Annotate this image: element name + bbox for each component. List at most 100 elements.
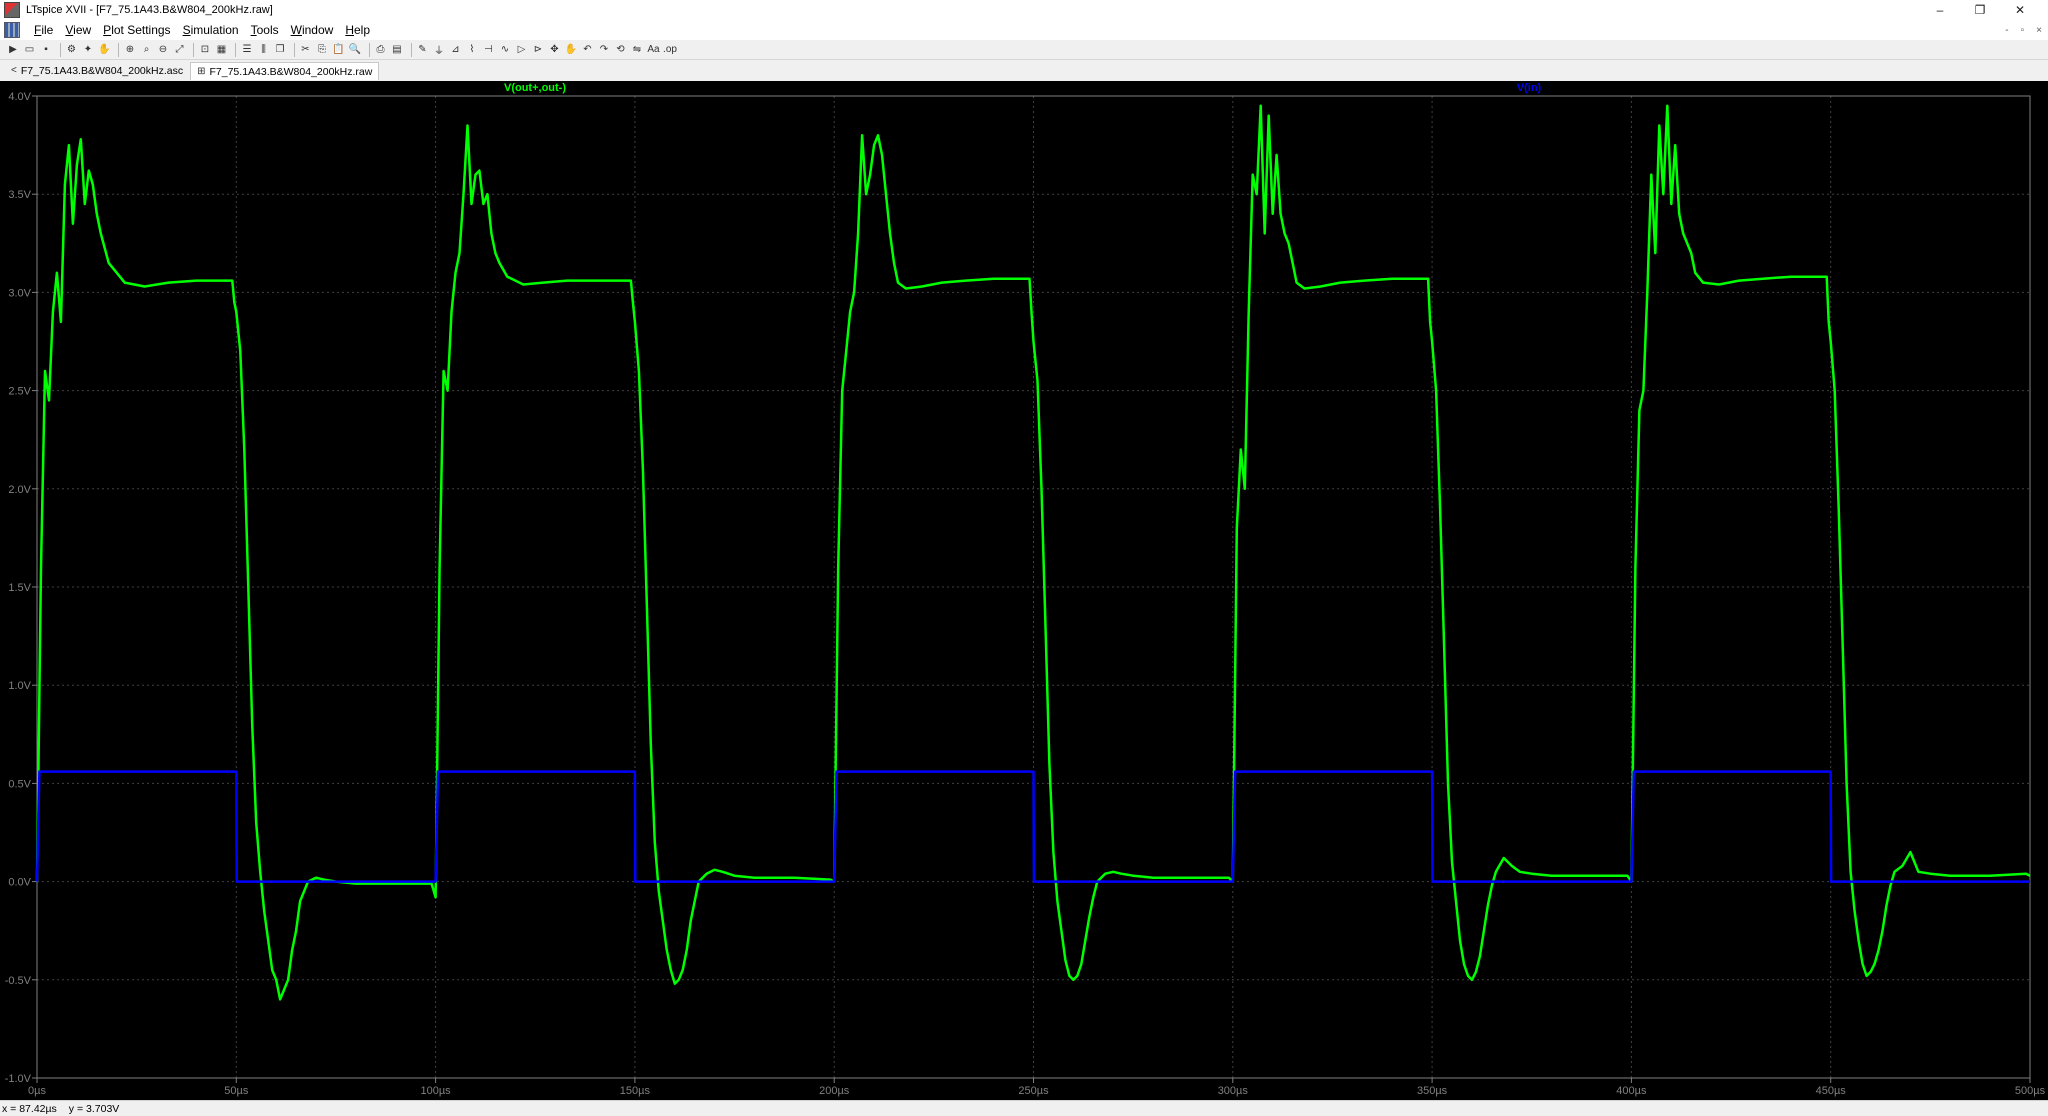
y-tick-label: 4.0V: [8, 91, 31, 103]
undo-icon[interactable]: ↶: [581, 43, 595, 57]
capacitor-icon[interactable]: ⊣: [482, 43, 496, 57]
tab-schematic[interactable]: < F7_75.1A43.B&W804_200kHz.asc: [4, 61, 190, 80]
y-tick-label: 2.0V: [8, 484, 31, 496]
title-bar: LTspice XVII - [F7_75.1A43.B&W804_200kHz…: [0, 0, 2048, 21]
spice-directive-icon[interactable]: .op: [663, 43, 677, 57]
rotate-icon[interactable]: ⟲: [614, 43, 628, 57]
toolbar: ▶ ▭ ▪ ⚙ ✦ ✋ ⊕ ⌕ ⊖ ⤢ ⊡ ▦ ☰ ⫼ ❐ ✂ ⎘ 📋 🔍 ⎙ ▤ ✎ ⏚ ⊿ ⌇ ⊣ ∿ ▷ ⊳ ✥ ✋ ↶ ↷ ⟲ ⇋ Aa .op: [0, 40, 2048, 60]
y-tick-label: 0.5V: [8, 778, 31, 790]
x-tick-label: 150µs: [620, 1085, 651, 1097]
toolbar-separator: [59, 42, 61, 57]
inductor-icon[interactable]: ∿: [498, 43, 512, 57]
tile-vertical-icon[interactable]: ⫼: [257, 43, 271, 57]
print-icon[interactable]: ⎙: [374, 43, 388, 57]
trace-vin: [35, 770, 2030, 883]
menu-window[interactable]: Window: [285, 23, 340, 37]
window-controls: – ❐ ✕: [1920, 0, 2040, 20]
y-tick-label: 1.0V: [8, 680, 31, 692]
redo-icon[interactable]: ↷: [597, 43, 611, 57]
resistor-icon[interactable]: ⌇: [465, 43, 479, 57]
open-icon[interactable]: ▭: [23, 43, 37, 57]
restore-button[interactable]: ❐: [1960, 0, 2000, 20]
find-icon[interactable]: 🔍: [348, 43, 362, 57]
document-window-controls: - ▫ ×: [2005, 20, 2042, 40]
zoom-out-icon[interactable]: ⊖: [156, 43, 170, 57]
menu-help[interactable]: Help: [339, 23, 376, 37]
status-bar: x = 87.42µs y = 3.703V: [0, 1100, 2048, 1116]
close-button[interactable]: ✕: [2000, 0, 2040, 20]
ground-icon[interactable]: ⏚: [432, 43, 446, 57]
menu-tools[interactable]: Tools: [245, 23, 285, 37]
copy-icon[interactable]: ⎘: [315, 43, 329, 57]
drag-icon[interactable]: ✋: [564, 43, 578, 57]
paste-icon[interactable]: 📋: [332, 43, 346, 57]
waveform-chart[interactable]: 0µs 50µs 100µs 150µs 200µs 250µs 300µs 350µs 400…: [0, 81, 2048, 1100]
window-title: LTspice XVII - [F7_75.1A43.B&W804_200kHz…: [26, 4, 273, 16]
toolbar-separator: [235, 42, 236, 57]
x-tick-label: 300µs: [1218, 1085, 1249, 1097]
label-icon[interactable]: ⊿: [449, 43, 463, 57]
trace-label-vin[interactable]: V(in): [1517, 82, 1542, 94]
cursor-x-readout: x = 87.42µs: [2, 1102, 57, 1115]
wire-icon[interactable]: ✎: [416, 43, 430, 57]
x-tick-label: 450µs: [1816, 1085, 1847, 1097]
y-tick-label: 3.0V: [8, 287, 31, 299]
save-icon[interactable]: ▪: [39, 43, 53, 57]
menu-simulation[interactable]: Simulation: [177, 23, 245, 37]
control-panel-icon[interactable]: ⚙: [65, 43, 79, 57]
menu-bar: File View Plot Settings Simulation Tools…: [0, 20, 2048, 40]
y-tick-label: -1.0V: [5, 1073, 32, 1085]
move-icon[interactable]: ✥: [548, 43, 562, 57]
ltspice-app-icon[interactable]: [4, 2, 20, 18]
print-setup-icon[interactable]: ▤: [390, 43, 404, 57]
tab-waveform[interactable]: ⊞ F7_75.1A43.B&W804_200kHz.raw: [190, 62, 380, 80]
x-tick-label: 50µs: [224, 1085, 249, 1097]
toolbar-separator: [410, 42, 412, 57]
document-window-icon[interactable]: [4, 22, 20, 38]
toolbar-separator: [293, 42, 295, 57]
run-icon[interactable]: ▶: [6, 43, 20, 57]
tab-schematic-label: F7_75.1A43.B&W804_200kHz.asc: [20, 64, 184, 77]
tab-waveform-label: F7_75.1A43.B&W804_200kHz.raw: [209, 65, 373, 78]
y-tick-label: -0.5V: [5, 975, 32, 987]
text-icon[interactable]: Aa: [647, 43, 661, 57]
document-tab-bar: < F7_75.1A43.B&W804_200kHz.asc ⊞ F7_75.1…: [0, 60, 2048, 80]
grid-icon[interactable]: ▦: [215, 43, 229, 57]
cut-icon[interactable]: ✂: [299, 43, 313, 57]
menu-view[interactable]: View: [59, 23, 97, 37]
zoom-fit-icon[interactable]: ⤢: [173, 43, 187, 57]
halt-icon[interactable]: ✋: [98, 43, 112, 57]
component-icon[interactable]: ⊳: [531, 43, 545, 57]
x-tick-label: 350µs: [1417, 1085, 1448, 1097]
zoom-area-icon[interactable]: ⌕: [140, 43, 154, 57]
toolbar-separator: [368, 42, 370, 57]
menu-plot-settings[interactable]: Plot Settings: [97, 23, 176, 37]
zoom-in-icon[interactable]: ⊕: [123, 43, 137, 57]
cursor-y-readout: y = 3.703V: [68, 1102, 120, 1115]
y-tick-label: 1.5V: [8, 582, 31, 594]
y-tick-label: 3.5V: [8, 189, 31, 201]
autorange-icon[interactable]: ⊡: [198, 43, 212, 57]
cascade-icon[interactable]: ❐: [273, 43, 287, 57]
trace-label-vout[interactable]: V(out+,out-): [504, 82, 566, 94]
x-tick-label: 0µs: [28, 1085, 46, 1097]
x-tick-label: 250µs: [1018, 1085, 1049, 1097]
doc-close-button[interactable]: ×: [2036, 25, 2042, 36]
run-simulation-icon[interactable]: ✦: [81, 43, 95, 57]
doc-minimize-button[interactable]: -: [2005, 25, 2008, 36]
toolbar-separator: [193, 42, 194, 57]
y-tick-label: 2.5V: [8, 386, 31, 398]
waveform-plot-pane[interactable]: 0µs 50µs 100µs 150µs 200µs 250µs 300µs 350µs 400…: [0, 81, 2048, 1100]
y-tick-label: 0.0V: [8, 877, 31, 889]
waveform-icon: ⊞: [197, 66, 206, 77]
minimize-button[interactable]: –: [1920, 0, 1960, 20]
toolbar-separator: [118, 42, 119, 57]
menu-file[interactable]: File: [28, 23, 59, 37]
diode-icon[interactable]: ▷: [515, 43, 529, 57]
schematic-icon: <: [11, 65, 17, 76]
x-tick-label: 200µs: [819, 1085, 850, 1097]
mirror-icon[interactable]: ⇋: [630, 43, 644, 57]
tile-horizontal-icon[interactable]: ☰: [240, 43, 254, 57]
x-tick-label: 500µs: [2015, 1085, 2046, 1097]
doc-restore-button[interactable]: ▫: [2021, 25, 2025, 36]
